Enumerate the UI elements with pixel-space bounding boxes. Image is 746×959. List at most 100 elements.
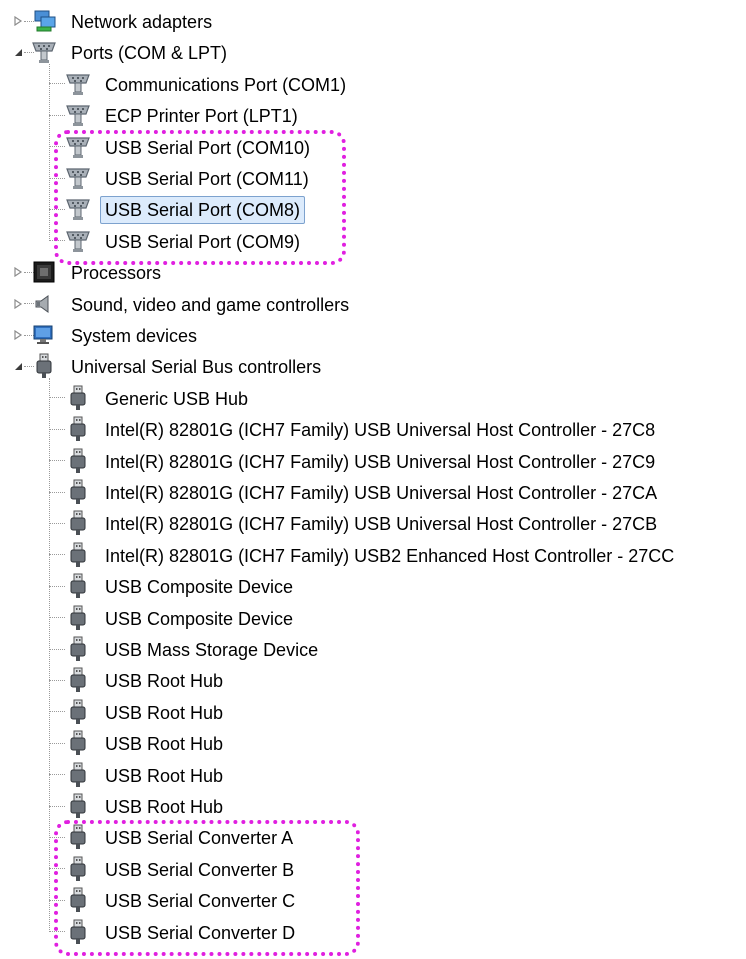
tree-device-item[interactable]: USB Root Hub xyxy=(0,759,746,790)
port-icon xyxy=(31,39,57,65)
tree-device-label: ECP Printer Port (LPT1) xyxy=(105,106,298,127)
usb-icon xyxy=(31,353,57,379)
tree-category-5[interactable]: Universal Serial Bus controllers xyxy=(0,351,746,382)
tree-device-label: USB Root Hub xyxy=(105,797,224,817)
tree-category-1[interactable]: Ports (COM & LPT) xyxy=(0,37,746,68)
tree-category-0[interactable]: Network adapters xyxy=(0,6,746,37)
tree-category-label: Processors xyxy=(71,263,162,284)
tree-device-label: USB Serial Converter A xyxy=(105,828,294,849)
tree-device-item[interactable]: ECP Printer Port (LPT1) xyxy=(0,100,746,131)
tree-category-4[interactable]: System devices xyxy=(0,320,746,351)
tree-device-label: USB Serial Converter D xyxy=(105,922,296,943)
tree-device-item[interactable]: USB Root Hub xyxy=(0,665,746,696)
usb-icon xyxy=(65,542,91,568)
usb-icon xyxy=(65,448,91,474)
tree-device-item[interactable]: Intel(R) 82801G (ICH7 Family) USB Univer… xyxy=(0,508,746,539)
tree-category-label: Network adapters xyxy=(71,12,213,32)
collapsed-arrow-icon[interactable] xyxy=(12,298,24,310)
tree-device-item[interactable]: USB Root Hub xyxy=(0,791,746,822)
tree-connector xyxy=(49,805,65,807)
tree-device-item[interactable]: USB Serial Port (COM11) xyxy=(0,163,746,194)
collapsed-arrow-icon[interactable] xyxy=(12,266,24,278)
tree-device-item[interactable]: Intel(R) 82801G (ICH7 Family) USB2 Enhan… xyxy=(0,539,746,570)
tree-connector xyxy=(49,146,65,148)
usb-icon xyxy=(65,479,91,505)
port-icon xyxy=(65,102,91,128)
tree-device-item[interactable]: USB Serial Port (COM9) xyxy=(0,225,746,256)
tree-device-item[interactable]: Intel(R) 82801G (ICH7 Family) USB Univer… xyxy=(0,477,746,508)
usb-icon xyxy=(65,416,91,442)
tree-connector xyxy=(49,83,65,85)
tree-connector xyxy=(49,114,65,116)
tree-category-2[interactable]: Processors xyxy=(0,257,746,288)
tree-device-item[interactable]: USB Composite Device xyxy=(0,571,746,602)
tree-connector xyxy=(49,522,65,524)
usb-icon xyxy=(65,730,91,756)
usb-icon xyxy=(65,824,91,850)
expanded-arrow-icon[interactable] xyxy=(12,46,24,58)
usb-icon xyxy=(65,699,91,725)
usb-icon xyxy=(65,636,91,662)
usb-icon xyxy=(65,856,91,882)
tree-device-item[interactable]: USB Composite Device xyxy=(0,602,746,633)
network-adapter-icon xyxy=(31,8,57,34)
tree-device-label: USB Serial Converter C xyxy=(105,891,296,912)
tree-category-label: Ports (COM & LPT) xyxy=(71,43,228,64)
tree-connector xyxy=(49,648,65,650)
tree-category-label: System devices xyxy=(71,326,198,346)
tree-device-label: USB Composite Device xyxy=(105,608,294,629)
tree-branch-line xyxy=(49,64,50,241)
collapsed-arrow-icon[interactable] xyxy=(12,329,24,341)
tree-device-label: USB Serial Port (COM11) xyxy=(105,169,309,189)
tree-device-label: USB Root Hub xyxy=(105,734,224,755)
tree-category-label: Universal Serial Bus controllers xyxy=(71,357,322,378)
tree-device-item[interactable]: Communications Port (COM1) xyxy=(0,68,746,99)
tree-device-label: Intel(R) 82801G (ICH7 Family) USB Univer… xyxy=(105,514,658,535)
tree-connector xyxy=(49,868,65,870)
tree-connector xyxy=(49,397,65,399)
tree-device-item[interactable]: USB Root Hub xyxy=(0,696,746,727)
tree-device-label: Intel(R) 82801G (ICH7 Family) USB2 Enhan… xyxy=(105,545,675,566)
tree-device-label: USB Serial Port (COM10) xyxy=(105,137,311,158)
tree-device-item[interactable]: USB Serial Port (COM10) xyxy=(0,131,746,162)
tree-device-label: USB Serial Converter B xyxy=(105,859,295,880)
tree-connector xyxy=(49,585,65,587)
usb-icon xyxy=(65,385,91,411)
tree-connector xyxy=(49,208,65,210)
port-icon xyxy=(65,165,91,191)
tree-device-item[interactable]: USB Root Hub xyxy=(0,728,746,759)
tree-connector xyxy=(49,177,65,179)
collapsed-arrow-icon[interactable] xyxy=(12,15,24,27)
tree-connector xyxy=(49,836,65,838)
tree-connector xyxy=(49,491,65,493)
port-icon xyxy=(65,228,91,254)
tree-device-item[interactable]: USB Serial Converter D xyxy=(0,916,746,947)
tree-device-label: Generic USB Hub xyxy=(105,388,249,409)
tree-device-item[interactable]: USB Serial Converter A xyxy=(0,822,746,853)
usb-icon xyxy=(65,510,91,536)
tree-connector xyxy=(49,240,65,242)
tree-device-item[interactable]: Generic USB Hub xyxy=(0,382,746,413)
tree-category-3[interactable]: Sound, video and game controllers xyxy=(0,288,746,319)
usb-icon xyxy=(65,887,91,913)
usb-icon xyxy=(65,667,91,693)
tree-device-item[interactable]: USB Serial Converter C xyxy=(0,885,746,916)
tree-connector xyxy=(49,774,65,776)
tree-device-label: USB Mass Storage Device xyxy=(105,640,319,660)
tree-device-label: Intel(R) 82801G (ICH7 Family) USB Univer… xyxy=(105,483,658,503)
tree-device-item[interactable]: USB Serial Port (COM8) xyxy=(0,194,746,225)
tree-device-item[interactable]: USB Serial Converter B xyxy=(0,853,746,884)
tree-device-label: USB Root Hub xyxy=(105,702,224,723)
tree-device-item[interactable]: Intel(R) 82801G (ICH7 Family) USB Univer… xyxy=(0,445,746,476)
tree-device-item[interactable]: USB Mass Storage Device xyxy=(0,634,746,665)
processor-icon xyxy=(31,259,57,285)
port-icon xyxy=(65,196,91,222)
tree-device-item[interactable]: Intel(R) 82801G (ICH7 Family) USB Univer… xyxy=(0,414,746,445)
tree-connector xyxy=(49,711,65,713)
tree-device-label: Intel(R) 82801G (ICH7 Family) USB Univer… xyxy=(105,451,656,472)
expanded-arrow-icon[interactable] xyxy=(12,360,24,372)
usb-icon xyxy=(65,919,91,945)
tree-device-label: Communications Port (COM1) xyxy=(105,74,347,95)
port-icon xyxy=(65,134,91,160)
usb-icon xyxy=(65,605,91,631)
